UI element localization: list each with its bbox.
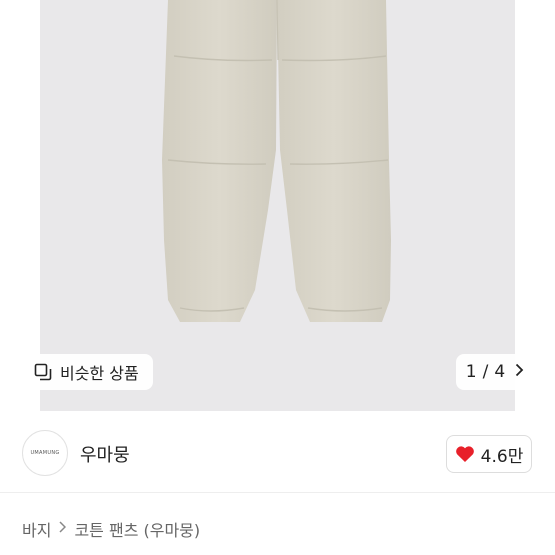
seller-bar: UMAMUNG 우마뭉 4.6만 bbox=[0, 411, 555, 493]
pager-total: 4 bbox=[494, 362, 506, 382]
product-image-gallery[interactable]: 비슷한 상품 1 / 4 bbox=[0, 0, 555, 411]
like-button[interactable]: 4.6만 bbox=[446, 435, 532, 473]
image-pager-next-button[interactable]: 1 / 4 bbox=[456, 354, 534, 390]
product-photo[interactable] bbox=[40, 0, 515, 411]
similar-products-icon bbox=[34, 363, 52, 381]
seller-avatar-text: UMAMUNG bbox=[30, 450, 60, 456]
breadcrumb-category[interactable]: 바지 bbox=[22, 517, 51, 541]
pager-separator: / bbox=[482, 362, 489, 382]
breadcrumb: 바지 코튼 팬츠 (우마뭉) bbox=[22, 517, 200, 541]
seller-name[interactable]: 우마뭉 bbox=[80, 441, 130, 467]
pager-current: 1 bbox=[465, 362, 477, 382]
similar-products-button[interactable]: 비슷한 상품 bbox=[22, 354, 153, 390]
pants-illustration bbox=[162, 0, 391, 322]
chevron-right-icon bbox=[59, 521, 67, 537]
breadcrumb-item[interactable]: 코튼 팬츠 (우마뭉) bbox=[74, 517, 200, 541]
similar-products-label: 비슷한 상품 bbox=[60, 364, 139, 383]
like-count: 4.6만 bbox=[480, 446, 524, 467]
chevron-right-icon bbox=[515, 363, 524, 381]
heart-icon bbox=[455, 446, 474, 462]
seller-avatar[interactable]: UMAMUNG bbox=[22, 430, 68, 476]
